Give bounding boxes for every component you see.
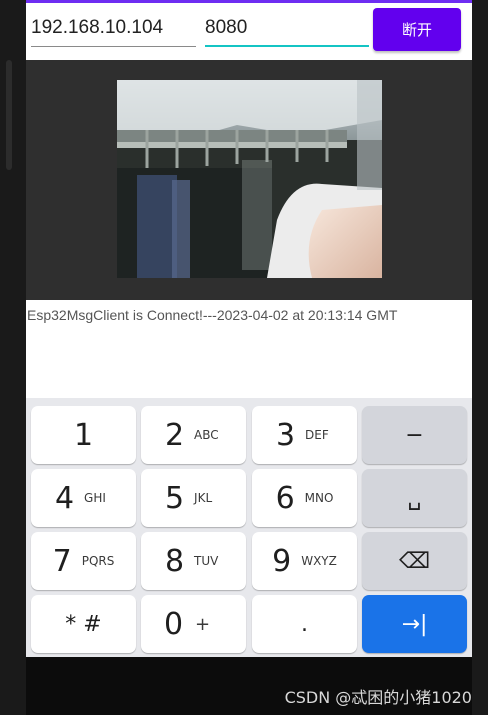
camera-stream-image	[117, 80, 382, 278]
key-3[interactable]: 3 DEF	[252, 406, 357, 464]
key-letters: ABC	[194, 428, 219, 442]
key-label: 0	[163, 606, 184, 642]
key-label: 7	[52, 543, 72, 579]
key-letters: DEF	[305, 428, 329, 442]
key-5[interactable]: 5 JKL	[141, 469, 246, 527]
key-period[interactable]: .	[252, 595, 357, 653]
key-letters: PQRS	[81, 554, 115, 568]
key-9[interactable]: 9 WXYZ	[252, 532, 357, 590]
ip-address-field[interactable]: 192.168.10.104	[31, 11, 196, 47]
key-0[interactable]: 0 +	[141, 595, 246, 653]
side-button	[6, 60, 12, 170]
key-label: 1	[73, 417, 94, 453]
key-label: * #	[65, 611, 102, 637]
key-label: 5	[164, 480, 185, 516]
port-field[interactable]: 8080	[205, 11, 369, 47]
key-label: 6	[275, 480, 295, 516]
key-label: 9	[272, 543, 292, 579]
key-7[interactable]: 7 PQRS	[31, 532, 136, 590]
app-screen: 192.168.10.104 8080 断开 Esp32MsgClient is…	[26, 0, 472, 657]
key-letters: MNO	[304, 491, 334, 505]
device-frame-left	[0, 0, 26, 715]
key-letters: TUV	[194, 554, 219, 568]
space-bar-icon: ␣	[407, 485, 422, 511]
space-key[interactable]: ␣	[362, 469, 467, 527]
key-label: 4	[54, 480, 75, 516]
key-letters: JKL	[194, 491, 213, 505]
disconnect-button[interactable]: 断开	[373, 8, 461, 51]
key-letters: GHI	[84, 491, 106, 505]
key-star-hash[interactable]: * #	[31, 595, 136, 653]
key-6[interactable]: 6 MNO	[252, 469, 357, 527]
watermark-text: CSDN @忒困的小猪1020	[284, 688, 472, 707]
connection-bar: 192.168.10.104 8080 断开	[26, 3, 472, 60]
next-key[interactable]: →|	[362, 595, 467, 653]
minus-icon: −	[405, 422, 424, 448]
camera-frame-drawing	[117, 80, 382, 278]
key-4[interactable]: 4 GHI	[31, 469, 136, 527]
key-label: 8	[164, 543, 185, 579]
key-1[interactable]: 1	[31, 406, 136, 464]
key-8[interactable]: 8 TUV	[141, 532, 246, 590]
connection-status-message: Esp32MsgClient is Connect!---2023-04-02 …	[27, 307, 398, 323]
key-label: 2	[164, 417, 185, 453]
key-2[interactable]: 2 ABC	[141, 406, 246, 464]
key-label: .	[301, 611, 308, 637]
minus-key[interactable]: −	[362, 406, 467, 464]
backspace-key[interactable]: ⌫	[362, 532, 467, 590]
key-plus: +	[195, 613, 211, 635]
device-frame-right	[472, 0, 488, 715]
backspace-icon: ⌫	[398, 548, 431, 574]
next-tab-icon: →|	[401, 611, 428, 637]
key-letters: WXYZ	[301, 554, 337, 568]
key-label: 3	[275, 417, 296, 453]
numeric-keypad: 1 2 ABC 3 DEF − 4 GHI 5 JKL 6 MNO ␣ 7 PQRS 8 TU…	[26, 398, 472, 657]
video-panel	[26, 60, 472, 300]
